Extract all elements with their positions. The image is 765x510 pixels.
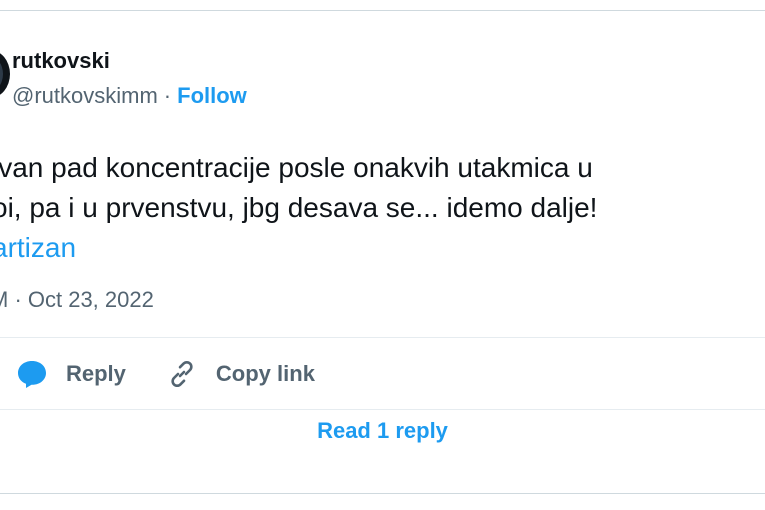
avatar-image bbox=[0, 56, 3, 92]
author-handle[interactable]: @rutkovskimm bbox=[12, 83, 158, 108]
copy-link-button[interactable]: Copy link bbox=[166, 358, 315, 390]
reply-label: Reply bbox=[66, 361, 126, 386]
reply-button[interactable]: Reply bbox=[16, 359, 126, 389]
divider bbox=[0, 409, 765, 410]
bottom-border bbox=[0, 493, 765, 494]
hashtag-link[interactable]: artizan bbox=[0, 228, 597, 268]
action-bar: Reply Copy link bbox=[16, 352, 315, 396]
author-handle-row: @rutkovskimm · Follow bbox=[12, 83, 247, 109]
follow-button[interactable]: Follow bbox=[177, 83, 247, 108]
tweet-timestamp[interactable]: M · Oct 23, 2022 bbox=[0, 287, 154, 313]
read-replies-button[interactable]: Read 1 reply bbox=[0, 418, 765, 444]
tweet-text-line: oi, pa i u prvenstvu, jbg desava se... i… bbox=[0, 192, 598, 223]
reply-bubble-icon bbox=[18, 361, 46, 388]
author-display-name[interactable]: rutkovski bbox=[12, 48, 110, 74]
avatar[interactable] bbox=[0, 50, 10, 98]
tweet-text: ivan pad koncentracije posle onakvih uta… bbox=[0, 148, 597, 268]
tweet-text-line: ivan pad koncentracije posle onakvih uta… bbox=[0, 152, 593, 183]
link-icon bbox=[171, 360, 193, 388]
tweet-embed: rutkovski @rutkovskimm · Follow ivan pad k… bbox=[0, 0, 765, 510]
copy-link-label: Copy link bbox=[215, 361, 315, 386]
separator-dot: · bbox=[163, 83, 172, 108]
divider bbox=[0, 337, 765, 338]
top-border bbox=[0, 10, 765, 11]
